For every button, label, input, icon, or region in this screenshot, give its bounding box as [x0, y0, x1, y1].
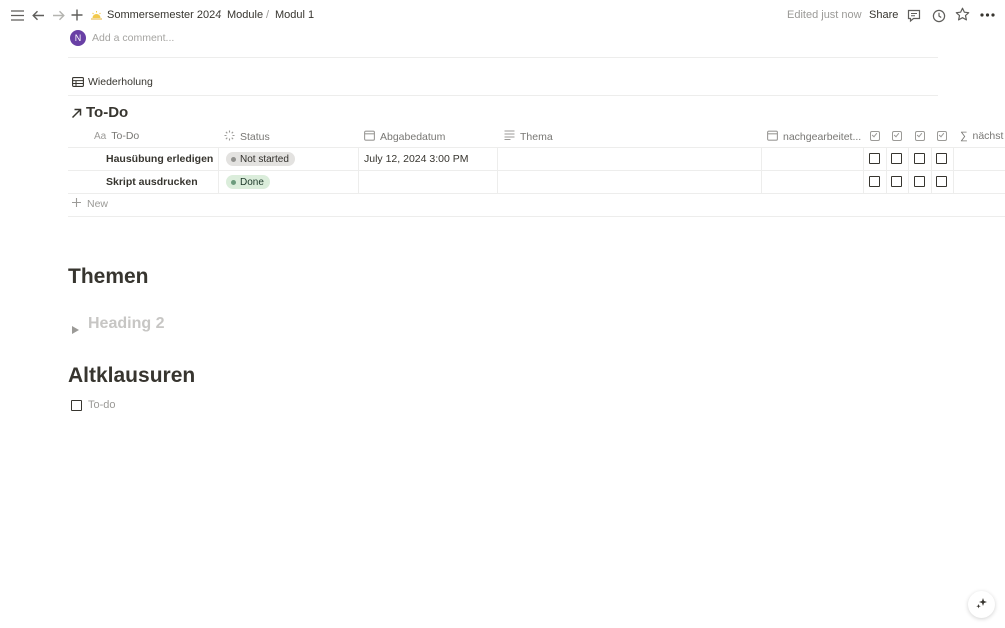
checkbox-column-icon[interactable]: [870, 131, 880, 141]
database-title[interactable]: To-Do: [86, 104, 128, 121]
status-loader-icon: [224, 130, 235, 144]
status-badge[interactable]: Not started: [226, 152, 295, 166]
column-header-label: Status: [240, 131, 270, 143]
share-button[interactable]: Share: [869, 9, 898, 21]
heading-themen[interactable]: Themen: [68, 265, 149, 289]
todo-checkbox[interactable]: [71, 400, 82, 411]
heading-altklausuren[interactable]: Altklausuren: [68, 364, 195, 388]
forward-arrow-icon[interactable]: [51, 8, 65, 22]
new-row-label: New: [87, 198, 109, 210]
todo-placeholder[interactable]: To-do: [88, 399, 116, 411]
calendar-icon: [364, 130, 375, 144]
text-lines-icon: [504, 130, 515, 143]
checkbox[interactable]: [936, 176, 947, 187]
back-arrow-icon[interactable]: [31, 8, 45, 22]
checkbox[interactable]: [914, 176, 925, 187]
ai-assistant-button[interactable]: [968, 591, 995, 618]
divider: [68, 57, 938, 58]
checkbox-column-icon[interactable]: [892, 131, 902, 141]
top-bar: Sommersemester 2024 / Module / Modul 1 E…: [0, 0, 1005, 31]
favorite-star-icon[interactable]: [955, 7, 970, 22]
column-divider: [761, 147, 762, 193]
column-divider: [218, 147, 219, 193]
status-dot: [231, 179, 236, 185]
checkbox[interactable]: [869, 176, 880, 187]
column-header-next[interactable]: ∑ nächst: [960, 130, 1003, 142]
column-header-label: Abgabedatum: [380, 131, 446, 143]
comments-icon[interactable]: [906, 8, 921, 23]
breadcrumb-item-semester[interactable]: Sommersemester 2024: [107, 9, 221, 21]
checkbox-column-icon[interactable]: [937, 131, 947, 141]
checkbox[interactable]: [891, 176, 902, 187]
checkbox[interactable]: [869, 153, 880, 164]
column-divider: [358, 147, 359, 193]
status-label: Not started: [240, 153, 289, 165]
table-row-divider: [68, 216, 1005, 217]
breadcrumb-separator: /: [218, 9, 222, 21]
table-row-divider: [68, 193, 1005, 194]
column-header-label: nächst: [972, 130, 1004, 142]
table-row-name[interactable]: Skript ausdrucken: [106, 176, 198, 188]
formula-sigma-icon: ∑: [960, 130, 968, 142]
checkbox[interactable]: [914, 153, 925, 164]
due-date-cell[interactable]: July 12, 2024 3:00 PM: [364, 153, 468, 165]
linked-arrow-icon: [70, 107, 82, 119]
new-page-plus-icon[interactable]: [70, 8, 84, 22]
table-row-divider: [68, 170, 1005, 171]
column-divider: [863, 147, 864, 193]
column-header-status[interactable]: Status: [224, 130, 270, 144]
column-divider: [953, 147, 954, 193]
history-clock-icon[interactable]: [931, 8, 946, 23]
status-label: Done: [240, 176, 264, 188]
calendar-icon: [767, 130, 778, 144]
plus-icon: [72, 198, 81, 210]
column-header-due-date[interactable]: Abgabedatum: [364, 130, 445, 144]
toggle-heading-placeholder[interactable]: Heading 2: [88, 315, 164, 333]
text-type-icon: Aa: [94, 130, 107, 142]
table-view-icon: [72, 76, 84, 87]
sparkle-icon: [975, 596, 988, 614]
avatar-initial: N: [74, 33, 82, 43]
sunrise-page-icon: [89, 9, 103, 21]
column-header-reviewed[interactable]: nachgearbeitet...: [767, 130, 861, 144]
column-header-label: To-Do: [111, 130, 140, 142]
checkbox[interactable]: [936, 153, 947, 164]
status-dot: [231, 156, 236, 162]
toggle-triangle-icon[interactable]: [72, 321, 79, 339]
table-row-name[interactable]: Hausübung erledigen: [106, 153, 213, 165]
breadcrumb-item-modul-1[interactable]: Modul 1: [275, 9, 314, 21]
breadcrumb-item-module[interactable]: Module: [227, 9, 263, 21]
more-options-icon[interactable]: [979, 9, 995, 21]
column-header-topic[interactable]: Thema: [504, 130, 553, 143]
column-divider: [886, 147, 887, 193]
sidebar-menu-icon[interactable]: [10, 8, 24, 22]
column-header-label: Thema: [520, 130, 553, 143]
column-header-label: nachgearbeitet...: [783, 131, 862, 143]
table-row-divider: [68, 147, 1005, 148]
column-header-todo[interactable]: Aa To-Do: [94, 130, 139, 142]
status-badge[interactable]: Done: [226, 175, 270, 189]
checkbox-column-icon[interactable]: [915, 131, 925, 141]
linked-view-tab[interactable]: Wiederholung: [88, 76, 153, 88]
comment-input[interactable]: Add a comment...: [92, 32, 174, 44]
breadcrumb-separator: /: [266, 9, 270, 21]
edited-status: Edited just now: [787, 9, 862, 21]
divider: [68, 95, 938, 96]
avatar: N: [70, 30, 86, 46]
column-divider: [931, 147, 932, 193]
new-row-button[interactable]: New: [72, 198, 108, 210]
checkbox[interactable]: [891, 153, 902, 164]
column-divider: [908, 147, 909, 193]
column-divider: [497, 147, 498, 193]
